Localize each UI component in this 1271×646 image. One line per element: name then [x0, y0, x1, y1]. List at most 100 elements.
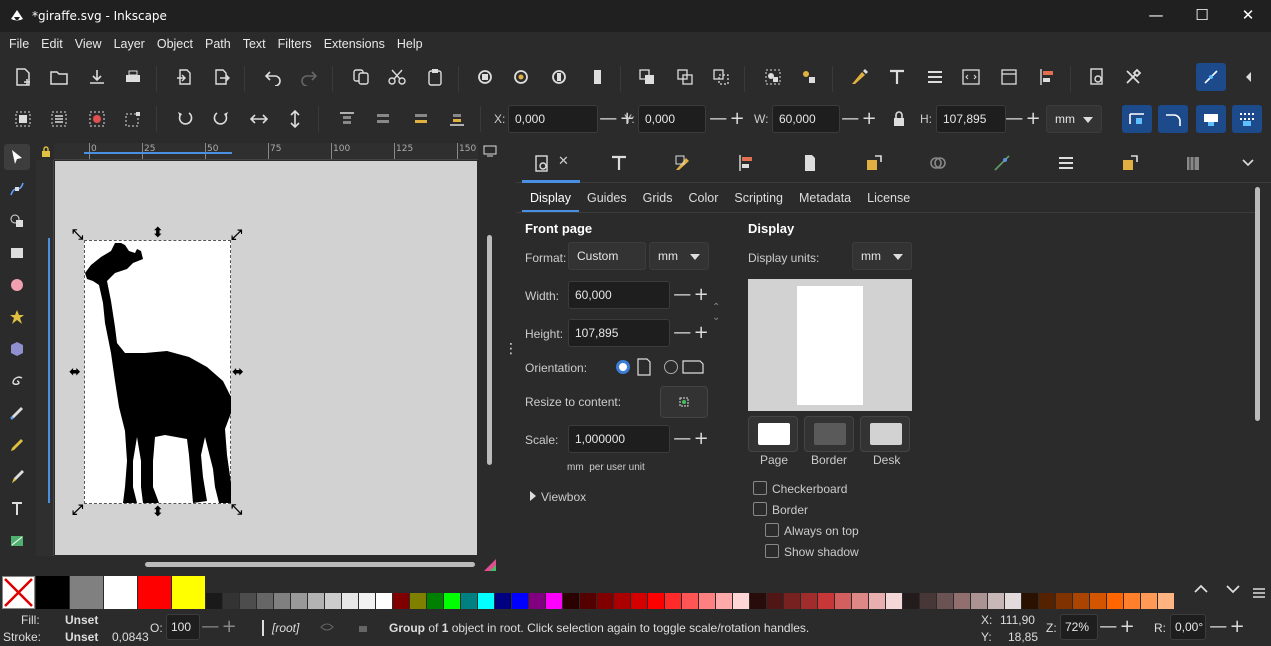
palette-swatch[interactable]: [988, 593, 1004, 609]
palette-swatch[interactable]: [172, 576, 205, 609]
palette-swatch[interactable]: [1039, 593, 1055, 609]
dock-scroll-thumb[interactable]: [1255, 187, 1260, 421]
select-same-icon[interactable]: [84, 106, 110, 132]
gradient-tool-icon[interactable]: [4, 528, 30, 554]
dock-tab-document-icon[interactable]: [796, 151, 824, 175]
palette-swatch[interactable]: [1141, 593, 1157, 609]
save-icon[interactable]: [84, 64, 110, 90]
zoom-stepper[interactable]: — +: [1098, 614, 1136, 640]
palette-swatch[interactable]: [257, 593, 273, 609]
star-tool-icon[interactable]: [4, 304, 30, 330]
flip-horizontal-icon[interactable]: [246, 106, 272, 132]
palette-swatch[interactable]: [597, 593, 613, 609]
page-height-stepper[interactable]: — +: [672, 319, 710, 347]
palette-swatch[interactable]: [852, 593, 868, 609]
dock-tab-export-png-icon[interactable]: [1116, 151, 1144, 175]
menu-layer[interactable]: Layer: [108, 37, 151, 51]
subtab-display[interactable]: Display: [522, 187, 579, 212]
viewbox-expander[interactable]: Viewbox: [541, 490, 586, 504]
dock-tab-symbols-icon[interactable]: [924, 151, 952, 175]
palette-swatch[interactable]: [70, 576, 103, 609]
subtab-color[interactable]: Color: [680, 187, 726, 212]
palette-swatch[interactable]: [682, 593, 698, 609]
palette-swatch[interactable]: [529, 593, 545, 609]
select-all-icon[interactable]: [10, 106, 36, 132]
move-patterns-toggle[interactable]: [1232, 105, 1262, 133]
import-icon[interactable]: [172, 64, 198, 90]
horizontal-scrollbar[interactable]: [55, 557, 477, 571]
palette-swatch[interactable]: [240, 593, 256, 609]
palette-swatch[interactable]: [478, 593, 494, 609]
palette-swatch[interactable]: [767, 593, 783, 609]
show-shadow-checkbox[interactable]: [765, 544, 779, 558]
current-layer[interactable]: [root]: [272, 621, 299, 635]
layers-objects-icon[interactable]: [922, 64, 948, 90]
lower-icon[interactable]: [408, 106, 434, 132]
undo-icon[interactable]: [260, 64, 286, 90]
palette-swatch[interactable]: [1005, 593, 1021, 609]
palette-swatch[interactable]: [903, 593, 919, 609]
export-icon[interactable]: [208, 64, 234, 90]
scale-handle-w-icon[interactable]: ⬌: [69, 365, 81, 379]
copy-icon[interactable]: [348, 64, 374, 90]
menu-text[interactable]: Text: [237, 37, 272, 51]
dock-tabs-overflow-icon[interactable]: [1234, 151, 1262, 175]
palette-swatch[interactable]: [223, 593, 239, 609]
text-tool-icon[interactable]: [4, 496, 30, 522]
drawing-canvas[interactable]: ⤡ ⬍ ⤢ ⬌ ⬌ ⤢ ⬍ ⤡: [55, 161, 477, 555]
raise-icon[interactable]: [370, 106, 396, 132]
scale-handle-s-icon[interactable]: ⬍: [152, 505, 164, 519]
height-stepper[interactable]: — +: [1004, 105, 1042, 133]
format-unit-dropdown[interactable]: mm: [649, 242, 709, 270]
open-document-icon[interactable]: [46, 64, 72, 90]
palette-swatch[interactable]: [36, 576, 69, 609]
preferences-icon[interactable]: [1120, 64, 1146, 90]
scale-handle-sw-icon[interactable]: ⤢: [72, 503, 83, 517]
palette-swatch[interactable]: [1056, 593, 1072, 609]
lower-to-bottom-icon[interactable]: [444, 106, 470, 132]
new-document-icon[interactable]: [10, 64, 36, 90]
group-icon[interactable]: [760, 64, 786, 90]
scale-handle-e-icon[interactable]: ⬌: [232, 365, 244, 379]
border-color-button[interactable]: [804, 416, 854, 452]
close-window-button[interactable]: ✕: [1225, 0, 1271, 32]
zoom-page-icon[interactable]: [546, 64, 572, 90]
color-managed-icon[interactable]: [482, 557, 498, 573]
palette-swatch[interactable]: [495, 593, 511, 609]
dock-tab-text-font-icon[interactable]: [605, 151, 633, 175]
palette-swatch[interactable]: [1124, 593, 1140, 609]
dock-tab-export-icon[interactable]: [860, 151, 888, 175]
palette-swatch[interactable]: [954, 593, 970, 609]
cut-icon[interactable]: [384, 64, 410, 90]
resize-to-content-button[interactable]: [660, 386, 708, 418]
dock-scrollbar[interactable]: [1252, 185, 1262, 569]
document-properties-icon[interactable]: [996, 64, 1022, 90]
close-tab-icon[interactable]: ✕: [558, 154, 569, 169]
x-input[interactable]: 0,000: [508, 105, 598, 133]
palette-swatch[interactable]: [937, 593, 953, 609]
palette-swatch[interactable]: [648, 593, 664, 609]
duplicate-icon[interactable]: [634, 64, 660, 90]
scale-handle-nw-icon[interactable]: ⤡: [72, 228, 83, 242]
unlink-clone-icon[interactable]: [708, 64, 734, 90]
dock-tab-layers-icon[interactable]: [1052, 151, 1080, 175]
subtab-grids[interactable]: Grids: [635, 187, 681, 212]
palette-swatch[interactable]: [512, 593, 528, 609]
move-gradients-toggle[interactable]: [1196, 105, 1226, 133]
menu-path[interactable]: Path: [199, 37, 237, 51]
width-input[interactable]: 60,000: [772, 105, 840, 133]
palette-swatch[interactable]: [716, 593, 732, 609]
ellipse-tool-icon[interactable]: [4, 272, 30, 298]
palette-swatch[interactable]: [920, 593, 936, 609]
dock-tab-swatches-icon[interactable]: [1180, 151, 1208, 175]
page-width-stepper[interactable]: — +: [672, 281, 710, 309]
stroke-width-value[interactable]: 0,0843: [112, 630, 149, 644]
palette-swatch[interactable]: [461, 593, 477, 609]
rotate-ccw-icon[interactable]: [172, 106, 198, 132]
palette-swatch[interactable]: [818, 593, 834, 609]
dock-tab-align-icon[interactable]: [732, 151, 760, 175]
raise-to-top-icon[interactable]: [334, 106, 360, 132]
unit-dropdown[interactable]: mm: [1046, 105, 1102, 133]
palette-swatch[interactable]: [835, 593, 851, 609]
scale-input[interactable]: 1,000000: [568, 425, 670, 453]
